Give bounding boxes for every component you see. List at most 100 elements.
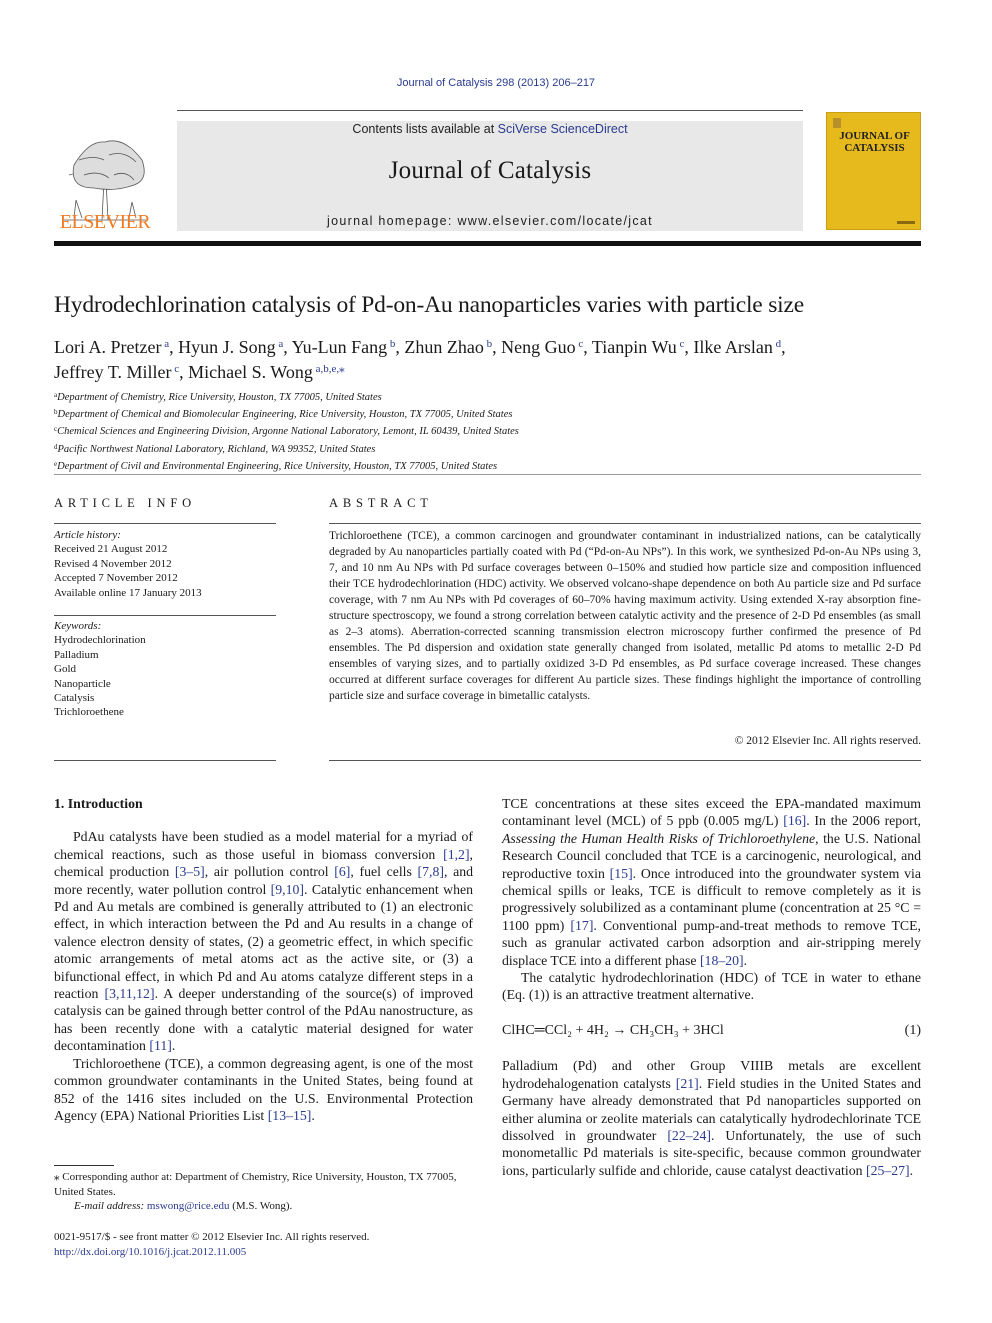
author-separator: , (179, 362, 189, 382)
author-name[interactable]: Hyun J. Song (178, 337, 276, 357)
keyword-item[interactable]: Nanoparticle (54, 677, 276, 691)
citation-ref-link[interactable]: [22–24] (667, 1128, 711, 1143)
citation-ref-link[interactable]: [17] (570, 918, 593, 933)
keyword-item[interactable]: Hydrodechlorination (54, 633, 276, 647)
author-name[interactable]: Tianpin Wu (592, 337, 677, 357)
sciencedirect-link[interactable]: SciVerse ScienceDirect (498, 122, 628, 136)
journal-masthead: Contents lists available at SciVerse Sci… (177, 121, 803, 231)
abstract-heading: ABSTRACT (329, 496, 433, 510)
author-separator: , (492, 337, 502, 357)
author-affiliation-marker[interactable]: a (161, 338, 169, 350)
keyword-item[interactable]: Trichloroethene (54, 705, 276, 719)
citation-ref-link[interactable]: [1,2] (443, 847, 469, 862)
affiliation-item: aDepartment of Chemistry, Rice Universit… (54, 388, 934, 405)
citation-ref-link[interactable]: [16] (783, 813, 806, 828)
citation-ref-link[interactable]: [21] (676, 1076, 699, 1091)
elsevier-wordmark: ELSEVIER (59, 211, 151, 233)
keyword-item[interactable]: Palladium (54, 648, 276, 662)
cover-title-line1: JOURNAL OF (839, 130, 910, 142)
email-link[interactable]: mswong@rice.edu (147, 1200, 230, 1212)
homepage-link[interactable]: www.elsevier.com/locate/jcat (457, 214, 653, 228)
affiliation-list: aDepartment of Chemistry, Rice Universit… (54, 388, 934, 474)
corresponding-author-footnote: ⁎ Corresponding author at: Department of… (54, 1170, 473, 1214)
article-history: Article history: Received 21 August 2012… (54, 528, 276, 600)
text-run: . (171, 1038, 176, 1054)
citation-ref-link[interactable]: [11] (149, 1038, 171, 1053)
article-history-list: Received 21 August 2012 Revised 4 Novembe… (54, 542, 276, 600)
author-name[interactable]: Yu-Lun Fang (292, 337, 388, 357)
affiliation-item: bDepartment of Chemical and Biomolecular… (54, 405, 934, 422)
affiliation-text: Pacific Northwest National Laboratory, R… (57, 443, 376, 455)
author-affiliation-marker[interactable]: b (484, 338, 493, 350)
citation-ref-link[interactable]: [7,8] (418, 864, 444, 879)
affiliation-item: eDepartment of Civil and Environmental E… (54, 457, 934, 474)
author-name[interactable]: Zhun Zhao (404, 337, 483, 357)
contents-line: Contents lists available at SciVerse Sci… (177, 122, 803, 136)
citation-ref-link[interactable]: [3,11,12] (104, 986, 154, 1001)
author-affiliation-marker[interactable]: c (171, 363, 179, 375)
author-affiliation-marker[interactable]: d (773, 338, 782, 350)
cover-title: JOURNAL OF CATALYSIS (827, 130, 922, 154)
emphasized-text: Assessing the Human Health Risks of Tric… (502, 830, 816, 846)
body-column-right: TCE concentrations at these sites exceed… (502, 795, 921, 1179)
author-name[interactable]: Jeffrey T. Miller (54, 362, 171, 382)
paragraph-4: Palladium (Pd) and other Group VIIIB met… (502, 1057, 921, 1179)
affiliation-item: cChemical Sciences and Engineering Divis… (54, 422, 934, 439)
header-rule (177, 110, 803, 111)
contents-prefix: Contents lists available at (352, 122, 498, 136)
paragraph-2-continued: TCE concentrations at these sites exceed… (502, 795, 921, 969)
text-run: The catalytic hydrodechlorination (HDC) … (502, 970, 921, 1003)
abstract-copyright: © 2012 Elsevier Inc. All rights reserved… (734, 735, 921, 747)
text-run: . (743, 952, 748, 968)
author-affiliation-marker[interactable]: a,b,e,⁎ (313, 363, 345, 375)
author-separator: , (283, 337, 292, 357)
front-matter-info: 0021-9517/$ - see front matter © 2012 El… (54, 1230, 473, 1259)
citation-ref-link[interactable]: [3–5] (175, 864, 205, 879)
equation-1: ClHC═CCl₂ + 4H₂ → CH₃CH₃ + 3HCl (1) (502, 1022, 921, 1039)
cover-publisher-icon (833, 118, 841, 128)
paragraph-3: The catalytic hydrodechlorination (HDC) … (502, 969, 921, 1004)
affiliation-text: Department of Chemistry, Rice University… (57, 392, 382, 403)
abstract-text: Trichloroethene (TCE), a common carcinog… (329, 530, 921, 702)
citation-ref-link[interactable]: [18–20] (700, 953, 744, 968)
keyword-list: Hydrodechlorination Palladium Gold Nanopart… (54, 633, 276, 719)
abstract-rule-bottom (329, 760, 921, 761)
citation-ref-link[interactable]: [15] (610, 866, 633, 881)
text-run: PdAu catalysts have been studied as a mo… (54, 829, 473, 862)
affiliation-item: dPacific Northwest National Laboratory, … (54, 440, 934, 457)
author-name[interactable]: Ilke Arslan (693, 337, 772, 357)
keyword-item[interactable]: Catalysis (54, 691, 276, 705)
text-run: . Catalytic enhancement when Pd and Au m… (54, 881, 474, 1002)
doi-link[interactable]: http://dx.doi.org/10.1016/j.jcat.2012.11… (54, 1246, 246, 1258)
text-run: , air pollution control (204, 864, 335, 880)
history-item: Received 21 August 2012 (54, 543, 168, 556)
citation-ref-link[interactable]: [13–15] (268, 1108, 312, 1123)
journal-title: Journal of Catalysis (388, 157, 592, 184)
journal-citation-link[interactable]: Journal of Catalysis 298 (2013) 206–217 (0, 77, 992, 89)
history-item: Revised 4 November 2012 (54, 557, 172, 570)
paragraph-2: Trichloroethene (TCE), a common degreasi… (54, 1055, 473, 1125)
citation-ref-link[interactable]: [25–27] (866, 1163, 910, 1178)
article-info-rule-bottom (54, 760, 276, 761)
text-run: . (909, 1162, 914, 1178)
history-item: Accepted 7 November 2012 (54, 572, 178, 585)
affiliation-text: Department of Chemical and Biomolecular … (57, 409, 513, 421)
keywords-heading: Keywords: (54, 620, 102, 632)
homepage-prefix: journal homepage: (327, 214, 458, 228)
author-separator: , (583, 337, 592, 357)
author-separator: , (684, 337, 694, 357)
journal-cover-thumbnail[interactable]: JOURNAL OF CATALYSIS (826, 112, 921, 230)
article-history-heading: Article history: (54, 529, 121, 541)
affiliation-text: Chemical Sciences and Engineering Divisi… (57, 426, 519, 438)
citation-ref-link[interactable]: [6] (334, 864, 350, 879)
author-name[interactable]: Michael S. Wong (188, 362, 313, 382)
article-title: Hydrodechlorination catalysis of Pd-on-A… (54, 292, 804, 318)
author-name[interactable]: Neng Guo (501, 337, 576, 357)
text-run: Trichloroethene (TCE), a common degreasi… (54, 1055, 473, 1123)
article-info-rule-middle (54, 615, 276, 616)
keyword-item[interactable]: Gold (54, 662, 276, 676)
text-run: . In the 2006 report, (806, 813, 921, 829)
citation-ref-link[interactable]: [9,10] (271, 882, 304, 897)
author-name[interactable]: Lori A. Pretzer (54, 337, 161, 357)
text-run: . (311, 1107, 315, 1123)
